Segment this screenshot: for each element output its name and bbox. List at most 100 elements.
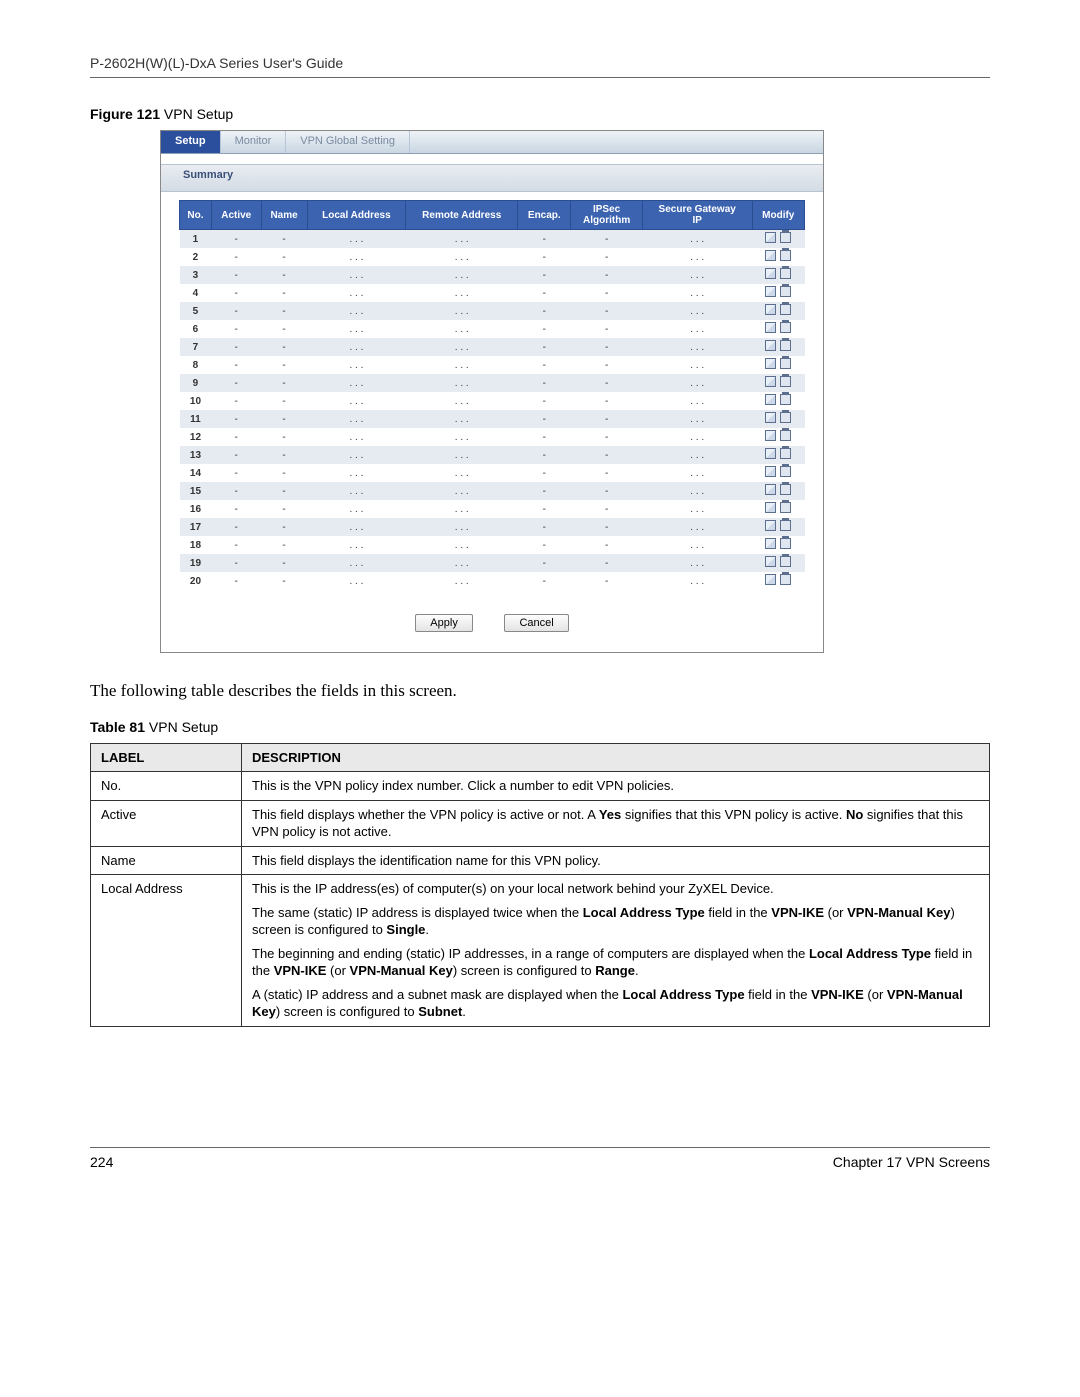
trash-icon[interactable] bbox=[780, 574, 791, 585]
apply-button[interactable]: Apply bbox=[415, 614, 473, 632]
cell-encap: - bbox=[518, 356, 571, 374]
edit-icon[interactable] bbox=[765, 376, 776, 387]
cell-encap: - bbox=[518, 266, 571, 284]
trash-icon[interactable] bbox=[780, 466, 791, 477]
trash-icon[interactable] bbox=[780, 250, 791, 261]
summary-title-bar: Summary bbox=[161, 164, 823, 192]
cell-no: 12 bbox=[180, 428, 212, 446]
edit-icon[interactable] bbox=[765, 448, 776, 459]
trash-icon[interactable] bbox=[780, 286, 791, 297]
cell-modify bbox=[752, 248, 804, 266]
edit-icon[interactable] bbox=[765, 322, 776, 333]
edit-icon[interactable] bbox=[765, 538, 776, 549]
vpn-row: 10--. . .. . .--. . . bbox=[180, 392, 805, 410]
cell-local: . . . bbox=[307, 356, 406, 374]
trash-icon[interactable] bbox=[780, 268, 791, 279]
table-title: VPN Setup bbox=[145, 719, 218, 735]
cell-name: - bbox=[261, 338, 307, 356]
edit-icon[interactable] bbox=[765, 232, 776, 243]
edit-icon[interactable] bbox=[765, 430, 776, 441]
cell-no: 5 bbox=[180, 302, 212, 320]
cell-active: - bbox=[211, 392, 261, 410]
trash-icon[interactable] bbox=[780, 430, 791, 441]
trash-icon[interactable] bbox=[780, 358, 791, 369]
cell-gw: . . . bbox=[642, 248, 752, 266]
vpn-row: 11--. . .. . .--. . . bbox=[180, 410, 805, 428]
edit-icon[interactable] bbox=[765, 250, 776, 261]
cell-gw: . . . bbox=[642, 518, 752, 536]
trash-icon[interactable] bbox=[780, 448, 791, 459]
edit-icon[interactable] bbox=[765, 268, 776, 279]
trash-icon[interactable] bbox=[780, 484, 791, 495]
edit-icon[interactable] bbox=[765, 340, 776, 351]
desc-row: Local AddressThis is the IP address(es) … bbox=[91, 875, 990, 1027]
cell-remote: . . . bbox=[406, 320, 518, 338]
cell-name: - bbox=[261, 482, 307, 500]
cell-name: - bbox=[261, 518, 307, 536]
edit-icon[interactable] bbox=[765, 574, 776, 585]
tab-vpn-global-setting[interactable]: VPN Global Setting bbox=[286, 131, 410, 153]
edit-icon[interactable] bbox=[765, 394, 776, 405]
cell-name: - bbox=[261, 284, 307, 302]
edit-icon[interactable] bbox=[765, 358, 776, 369]
cell-no: 13 bbox=[180, 446, 212, 464]
cell-active: - bbox=[211, 230, 261, 249]
edit-icon[interactable] bbox=[765, 412, 776, 423]
cell-name: - bbox=[261, 374, 307, 392]
trash-icon[interactable] bbox=[780, 412, 791, 423]
cell-modify bbox=[752, 572, 804, 590]
cell-gw: . . . bbox=[642, 572, 752, 590]
cell-gw: . . . bbox=[642, 302, 752, 320]
trash-icon[interactable] bbox=[780, 232, 791, 243]
cell-encap: - bbox=[518, 338, 571, 356]
cell-gw: . . . bbox=[642, 284, 752, 302]
edit-icon[interactable] bbox=[765, 484, 776, 495]
cell-active: - bbox=[211, 320, 261, 338]
cell-name: - bbox=[261, 500, 307, 518]
trash-icon[interactable] bbox=[780, 520, 791, 531]
cell-name: - bbox=[261, 302, 307, 320]
cell-encap: - bbox=[518, 482, 571, 500]
chapter-label: Chapter 17 VPN Screens bbox=[833, 1154, 990, 1170]
vpn-row: 14--. . .. . .--. . . bbox=[180, 464, 805, 482]
vpn-row: 15--. . .. . .--. . . bbox=[180, 482, 805, 500]
cancel-button[interactable]: Cancel bbox=[504, 614, 568, 632]
trash-icon[interactable] bbox=[780, 304, 791, 315]
trash-icon[interactable] bbox=[780, 556, 791, 567]
cell-encap: - bbox=[518, 248, 571, 266]
cell-no: 11 bbox=[180, 410, 212, 428]
edit-icon[interactable] bbox=[765, 286, 776, 297]
cell-modify bbox=[752, 464, 804, 482]
tab-monitor[interactable]: Monitor bbox=[221, 131, 287, 153]
cell-gw: . . . bbox=[642, 392, 752, 410]
cell-active: - bbox=[211, 410, 261, 428]
trash-icon[interactable] bbox=[780, 376, 791, 387]
trash-icon[interactable] bbox=[780, 340, 791, 351]
edit-icon[interactable] bbox=[765, 556, 776, 567]
cell-encap: - bbox=[518, 518, 571, 536]
cell-gw: . . . bbox=[642, 500, 752, 518]
cell-encap: - bbox=[518, 410, 571, 428]
cell-modify bbox=[752, 356, 804, 374]
trash-icon[interactable] bbox=[780, 502, 791, 513]
cell-local: . . . bbox=[307, 284, 406, 302]
vpn-row: 18--. . .. . .--. . . bbox=[180, 536, 805, 554]
tabstrip: SetupMonitorVPN Global Setting bbox=[161, 131, 823, 154]
description-table: LABELDESCRIPTION No.This is the VPN poli… bbox=[90, 743, 990, 1027]
trash-icon[interactable] bbox=[780, 538, 791, 549]
trash-icon[interactable] bbox=[780, 322, 791, 333]
cell-encap: - bbox=[518, 302, 571, 320]
edit-icon[interactable] bbox=[765, 502, 776, 513]
tab-setup[interactable]: Setup bbox=[161, 131, 221, 153]
cell-encap: - bbox=[518, 500, 571, 518]
cell-local: . . . bbox=[307, 302, 406, 320]
vpn-row: 9--. . .. . .--. . . bbox=[180, 374, 805, 392]
edit-icon[interactable] bbox=[765, 304, 776, 315]
edit-icon[interactable] bbox=[765, 520, 776, 531]
cell-active: - bbox=[211, 428, 261, 446]
cell-modify bbox=[752, 320, 804, 338]
cell-gw: . . . bbox=[642, 230, 752, 249]
edit-icon[interactable] bbox=[765, 466, 776, 477]
trash-icon[interactable] bbox=[780, 394, 791, 405]
cell-no: 3 bbox=[180, 266, 212, 284]
